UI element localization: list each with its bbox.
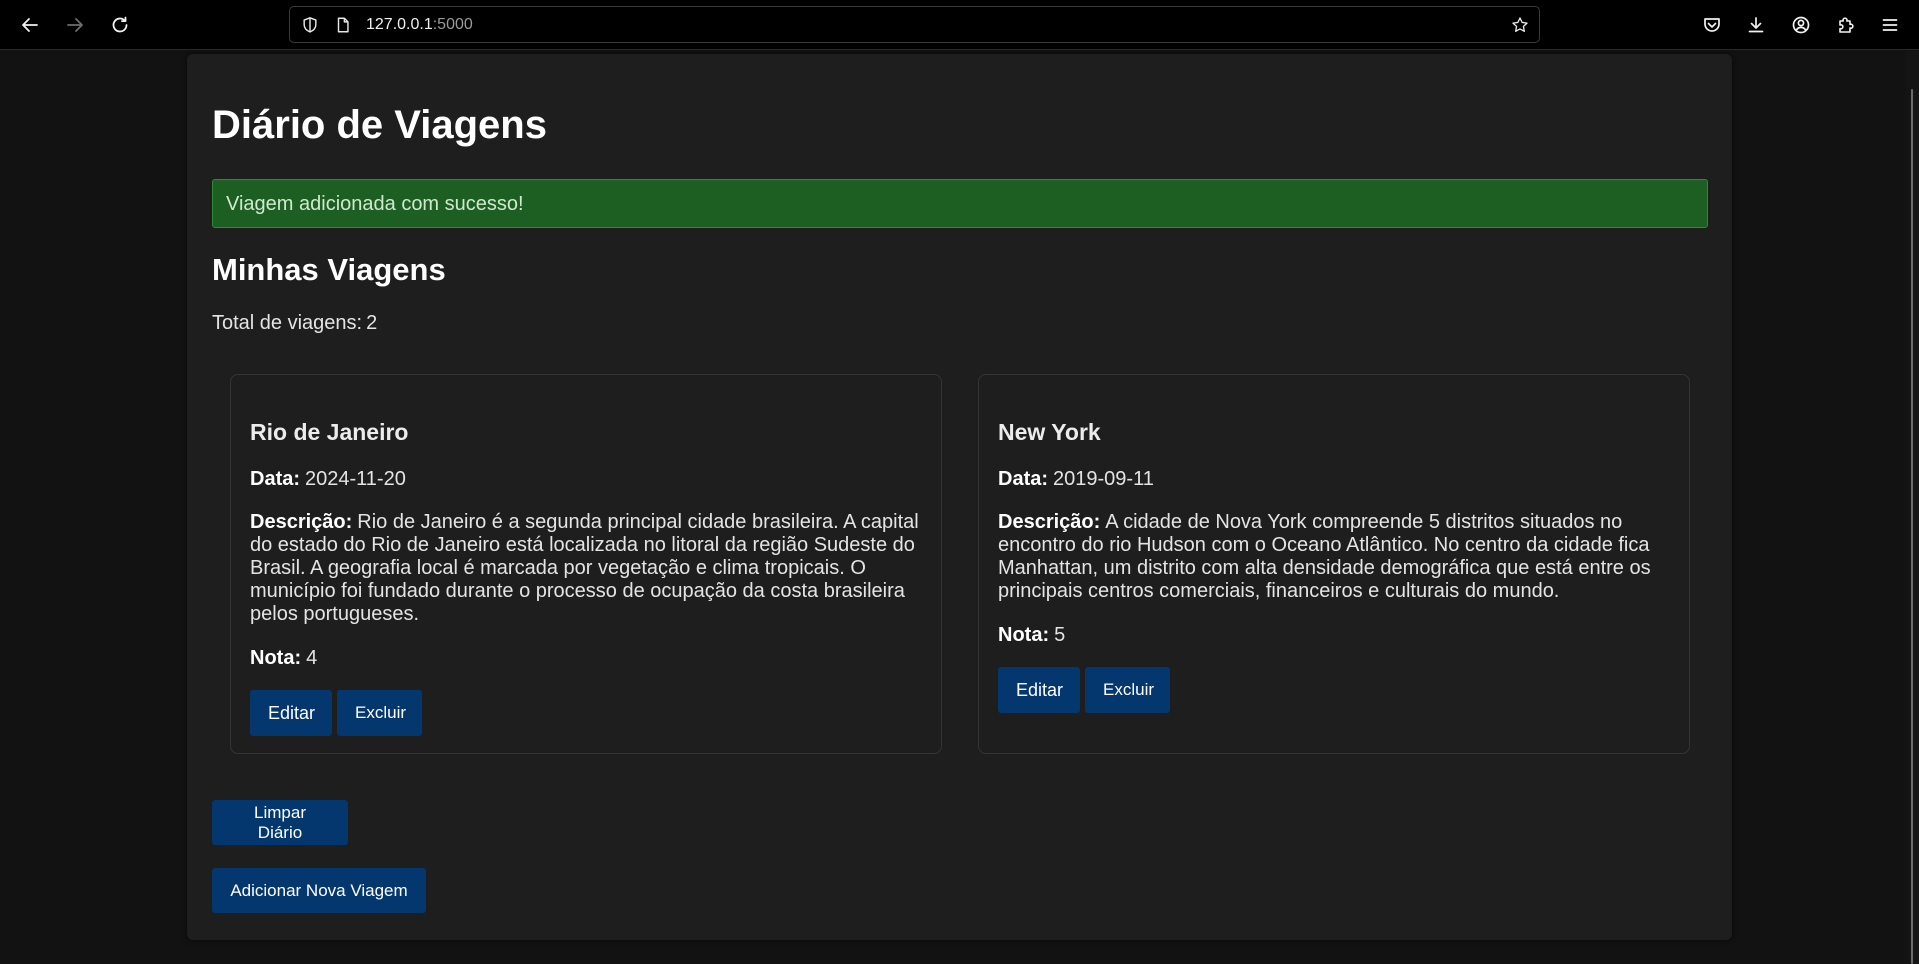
url-bar[interactable]: 127.0.0.1:5000 <box>289 6 1540 43</box>
rating-value: 5 <box>1054 624 1066 646</box>
pocket-icon[interactable] <box>1696 9 1728 41</box>
rating-value: 4 <box>306 647 318 669</box>
page-title: Diário de Viagens <box>212 103 547 147</box>
total-trips-label: Total de viagens: <box>212 312 363 334</box>
page-icon[interactable] <box>333 15 353 35</box>
trip-rating: Nota: 5 <box>998 624 1670 647</box>
hamburger-menu-icon[interactable] <box>1874 9 1906 41</box>
url-port: :5000 <box>432 16 473 33</box>
reload-icon[interactable] <box>104 9 136 41</box>
total-trips: Total de viagens: 2 <box>212 312 377 335</box>
account-icon[interactable] <box>1785 9 1817 41</box>
page-scrollbar[interactable] <box>1905 51 1919 964</box>
delete-button[interactable]: Excluir <box>337 690 422 736</box>
date-label: Data: <box>250 468 301 490</box>
trip-title: New York <box>998 419 1101 445</box>
star-icon[interactable] <box>1510 15 1530 35</box>
delete-button[interactable]: Excluir <box>1085 667 1170 713</box>
trip-title: Rio de Janeiro <box>250 419 409 445</box>
download-icon[interactable] <box>1740 9 1772 41</box>
url-host: 127.0.0.1 <box>366 16 433 33</box>
rating-label: Nota: <box>998 624 1050 646</box>
trip-card: New York Data: 2019-09-11 Descrição: A cid… <box>978 374 1690 754</box>
main-container: Diário de Viagens Viagem adicionada com … <box>187 54 1732 940</box>
url-text[interactable]: 127.0.0.1:5000 <box>366 16 473 34</box>
back-arrow-icon[interactable] <box>14 9 46 41</box>
description-label: Descrição: <box>250 511 353 533</box>
rating-label: Nota: <box>250 647 302 669</box>
edit-button[interactable]: Editar <box>250 690 332 736</box>
trip-rating: Nota: 4 <box>250 647 922 670</box>
trip-card: Rio de Janeiro Data: 2024-11-20 Descrição… <box>230 374 942 754</box>
date-value: 2019-09-11 <box>1053 468 1154 490</box>
trip-description: Descrição: Rio de Janeiro é a segunda pri… <box>250 511 922 626</box>
add-trip-button[interactable]: Adicionar Nova Viagem <box>212 868 426 913</box>
puzzle-icon[interactable] <box>1830 9 1862 41</box>
forward-arrow-icon[interactable] <box>59 9 91 41</box>
trip-date: Data: 2024-11-20 <box>250 468 922 491</box>
section-title: Minhas Viagens <box>212 252 446 287</box>
date-value: 2024-11-20 <box>305 468 406 490</box>
scrollbar-thumb[interactable] <box>1911 89 1913 964</box>
edit-button[interactable]: Editar <box>998 667 1080 713</box>
date-label: Data: <box>998 468 1049 490</box>
shield-icon[interactable] <box>300 15 320 35</box>
total-trips-count: 2 <box>366 312 378 334</box>
browser-toolbar: 127.0.0.1:5000 <box>0 0 1919 50</box>
clear-diary-button[interactable]: Limpar Diário <box>212 800 348 845</box>
trip-date: Data: 2019-09-11 <box>998 468 1670 491</box>
description-label: Descrição: <box>998 511 1101 533</box>
success-flash-message: Viagem adicionada com sucesso! <box>212 179 1708 228</box>
trip-description: Descrição: A cidade de Nova York compreen… <box>998 511 1670 603</box>
